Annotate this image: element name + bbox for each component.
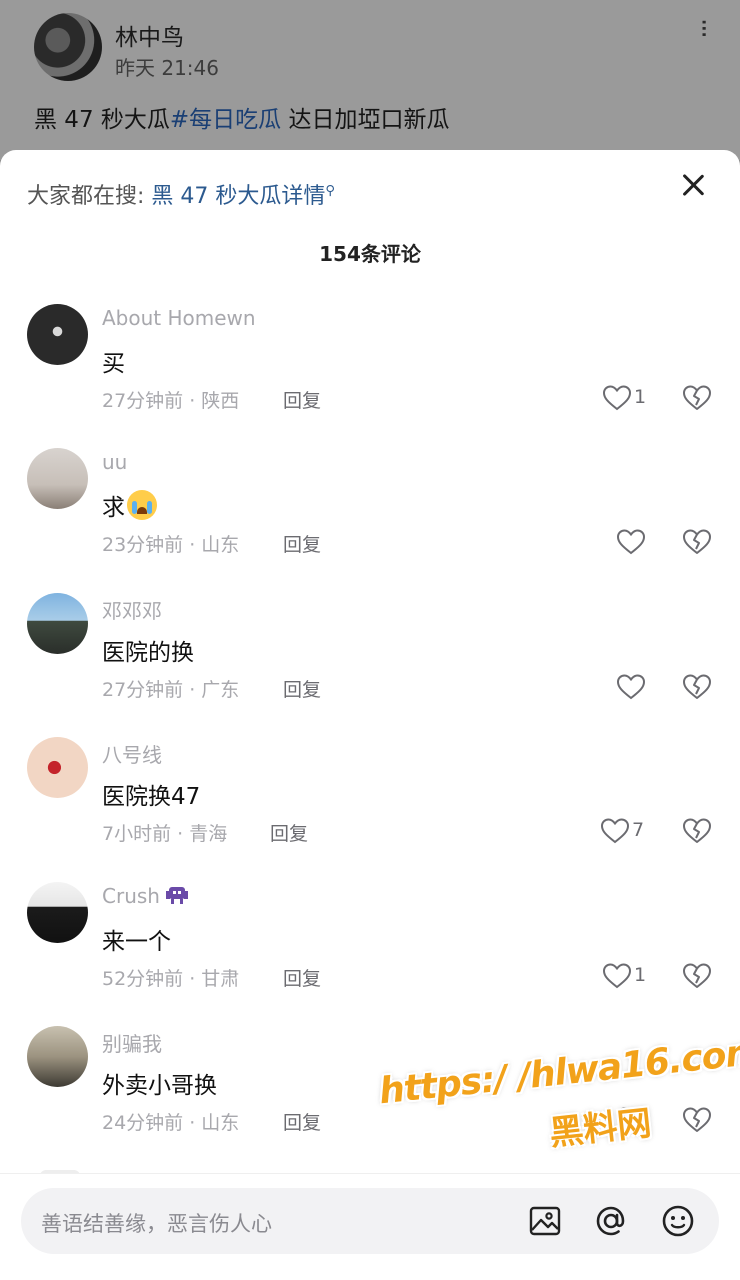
- comment-input-placeholder[interactable]: 善语结善缘，恶言伤人心: [41, 1208, 272, 1238]
- post-text: 黑 47 秒大瓜#每日吃瓜 达日加埡口新瓜: [34, 100, 449, 134]
- comment-author[interactable]: About Homewn: [102, 306, 256, 330]
- comment-author[interactable]: uu: [102, 450, 127, 474]
- comment-text-value: 求: [102, 495, 125, 521]
- avatar[interactable]: [27, 593, 88, 654]
- post-hashtag[interactable]: #每日吃瓜: [170, 107, 281, 133]
- close-icon[interactable]: [676, 168, 710, 202]
- search-icon: ⚲: [325, 183, 335, 199]
- search-suggestion-label: 大家都在搜:: [27, 184, 152, 209]
- comment-item: About Homewn 买 27分钟前 · 陕西 回复 1: [0, 304, 740, 434]
- heart-icon[interactable]: [616, 1106, 646, 1134]
- avatar[interactable]: [27, 1026, 88, 1087]
- like-count: 1: [634, 386, 647, 408]
- comment-item: uu 求 23分钟前 · 山东 回复: [0, 448, 740, 578]
- broken-heart-icon[interactable]: [682, 673, 712, 701]
- avatar[interactable]: [27, 737, 88, 798]
- comment-meta: 7小时前 · 青海: [102, 823, 228, 845]
- post-author-avatar[interactable]: [34, 13, 102, 81]
- comment-text: 求: [102, 488, 157, 522]
- more-options-icon[interactable]: ···: [688, 18, 718, 37]
- broken-heart-icon[interactable]: [682, 384, 712, 412]
- heart-icon[interactable]: [602, 384, 632, 412]
- avatar[interactable]: [27, 448, 88, 509]
- image-icon[interactable]: [526, 1202, 564, 1240]
- reply-button[interactable]: 回复: [283, 1108, 321, 1135]
- comment-text: 医院的换: [102, 640, 194, 666]
- space-invader-emoji-icon: [165, 887, 188, 904]
- reply-button[interactable]: 回复: [283, 386, 321, 413]
- heart-icon[interactable]: [602, 962, 632, 990]
- post-author-name[interactable]: 林中鸟: [115, 18, 184, 52]
- comment-meta: 23分钟前 · 山东: [102, 534, 240, 556]
- comment-author[interactable]: Crush: [102, 884, 190, 908]
- comment-item: 邓邓邓 医院的换 27分钟前 · 广东 回复: [0, 593, 740, 723]
- comment-meta: 24分钟前 · 山东: [102, 1112, 240, 1134]
- like-count: 7: [632, 819, 645, 841]
- comment-meta: 27分钟前 · 广东: [102, 679, 240, 701]
- like-count: 1: [634, 964, 647, 986]
- comment-item: Crush 来一个 52分钟前 · 甘肃 回复 1: [0, 882, 740, 1012]
- comment-text: 外卖小哥换: [102, 1073, 217, 1099]
- comment-input[interactable]: 善语结善缘，恶言伤人心: [21, 1188, 719, 1254]
- broken-heart-icon[interactable]: [682, 528, 712, 556]
- reply-button[interactable]: 回复: [283, 675, 321, 702]
- search-suggestion[interactable]: 大家都在搜: 黑 47 秒大瓜详情⚲: [27, 178, 335, 210]
- comment-meta: 52分钟前 · 甘肃: [102, 968, 240, 990]
- crying-face-emoji-icon: [127, 490, 157, 520]
- heart-icon[interactable]: [600, 817, 630, 845]
- post-text-suffix: 达日加埡口新瓜: [281, 107, 450, 133]
- broken-heart-icon[interactable]: [682, 817, 712, 845]
- comment-text: 来一个: [102, 929, 171, 955]
- mention-icon[interactable]: [592, 1202, 630, 1240]
- broken-heart-icon[interactable]: [682, 962, 712, 990]
- reply-button[interactable]: 回复: [270, 819, 308, 846]
- comment-author-name[interactable]: Crush: [102, 884, 160, 908]
- comment-item: 别骗我 外卖小哥换 24分钟前 · 山东 回复: [0, 1026, 740, 1156]
- reply-button[interactable]: 回复: [283, 964, 321, 991]
- comment-text: 医院换47: [102, 784, 201, 810]
- broken-heart-icon[interactable]: [682, 1106, 712, 1134]
- comment-item: 八号线 医院换47 7小时前 · 青海 回复 7: [0, 737, 740, 867]
- heart-icon[interactable]: [616, 673, 646, 701]
- comment-sheet: 大家都在搜: 黑 47 秒大瓜详情⚲ 154条评论 About Homewn 买…: [0, 150, 740, 1280]
- emoji-icon[interactable]: [659, 1202, 697, 1240]
- comment-text: 买: [102, 351, 125, 377]
- post-text-prefix: 黑 47 秒大瓜: [34, 107, 170, 133]
- avatar[interactable]: [27, 882, 88, 943]
- post-timestamp: 昨天 21:46: [115, 56, 219, 80]
- avatar[interactable]: [27, 304, 88, 365]
- comment-meta: 27分钟前 · 陕西: [102, 390, 240, 412]
- reply-button[interactable]: 回复: [283, 530, 321, 557]
- heart-icon[interactable]: [616, 528, 646, 556]
- comment-input-bar: 善语结善缘，恶言伤人心: [0, 1173, 740, 1280]
- comment-author[interactable]: 八号线: [102, 739, 162, 768]
- comment-author[interactable]: 别骗我: [102, 1028, 162, 1057]
- search-suggestion-term[interactable]: 黑 47 秒大瓜详情: [151, 184, 325, 209]
- comment-author[interactable]: 邓邓邓: [102, 595, 162, 624]
- background-post: 林中鸟 昨天 21:46 ··· 黑 47 秒大瓜#每日吃瓜 达日加埡口新瓜: [0, 0, 740, 160]
- comment-count: 154条评论: [319, 242, 421, 266]
